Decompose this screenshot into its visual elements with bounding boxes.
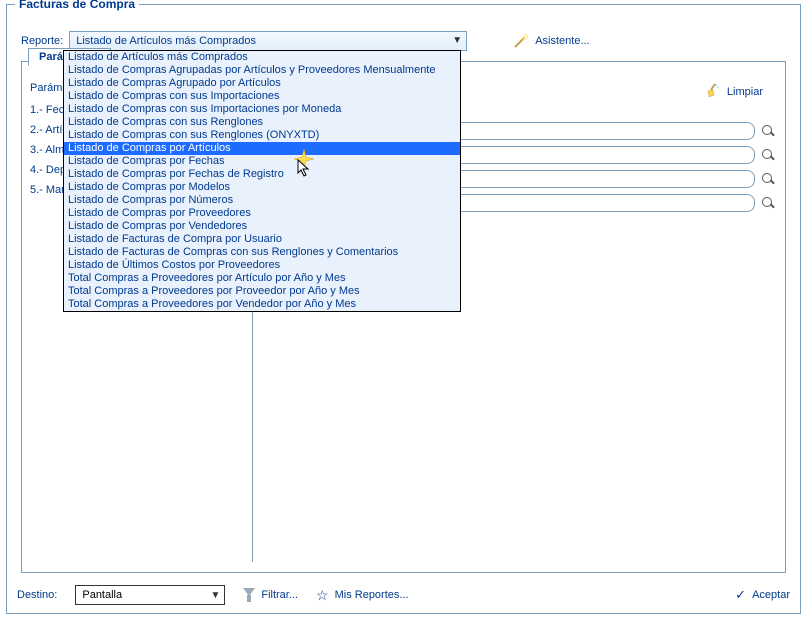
report-label: Reporte: [21,35,63,47]
search-icon[interactable] [761,124,775,138]
report-row: Reporte: Listado de Artículos más Compra… [21,31,786,51]
report-dropdown[interactable]: Listado de Artículos más CompradosListad… [63,50,461,312]
check-icon: ✓ [735,587,746,603]
dropdown-item[interactable]: Listado de Compras por Proveedores [64,207,460,220]
dropdown-item[interactable]: Listado de Compras con sus Renglones [64,116,460,129]
dropdown-item[interactable]: Listado de Compras con sus Importaciones… [64,103,460,116]
dropdown-item[interactable]: Listado de Compras Agrupadas por Artícul… [64,64,460,77]
star-icon: ☆ [316,587,329,604]
dest-label: Destino: [17,589,57,601]
broom-icon [705,82,721,101]
dropdown-item[interactable]: Listado de Compras con sus Renglones (ON… [64,129,460,142]
destination-select[interactable]: Pantalla ▼ [75,585,225,605]
dropdown-item[interactable]: Listado de Compras por Fechas [64,155,460,168]
dropdown-item[interactable]: Listado de Compras por Números [64,194,460,207]
dropdown-item[interactable]: Total Compras a Proveedores por Artículo… [64,272,460,285]
main-panel: Facturas de Compra Reporte: Listado de A… [6,4,801,614]
panel-title: Facturas de Compra [15,0,139,11]
my-reports-button[interactable]: ☆ Mis Reportes... [316,587,409,604]
dropdown-scroll[interactable]: Listado de Artículos más CompradosListad… [64,51,460,311]
dropdown-item[interactable]: Listado de Compras por Artículos [64,142,460,155]
report-select-value: Listado de Artículos más Comprados [76,35,256,47]
dropdown-item[interactable]: Listado de Compras con sus Importaciones [64,90,460,103]
dropdown-item[interactable]: Total Compras a Proveedores por Proveedo… [64,285,460,298]
dropdown-item[interactable]: Listado de Compras por Vendedores [64,220,460,233]
dropdown-item[interactable]: Listado de Compras por Modelos [64,181,460,194]
dropdown-item[interactable]: Listado de Artículos más Comprados [64,51,460,64]
dropdown-item[interactable]: Listado de Compras Agrupado por Artículo… [64,77,460,90]
wand-icon [513,33,529,49]
dropdown-item[interactable]: Listado de Facturas de Compra por Usuari… [64,233,460,246]
search-icon[interactable] [761,196,775,210]
my-reports-label: Mis Reportes... [335,589,409,601]
report-select[interactable]: Listado de Artículos más Comprados ▼ [69,31,467,51]
dropdown-item[interactable]: Listado de Compras por Fechas de Registr… [64,168,460,181]
bottom-bar: Destino: Pantalla ▼ Filtrar... ☆ Mis Rep… [17,585,790,605]
chevron-down-icon: ▼ [210,590,220,601]
destination-value: Pantalla [82,589,122,601]
filter-button[interactable]: Filtrar... [243,588,298,602]
chevron-down-icon: ▼ [452,35,462,46]
dropdown-item[interactable]: Listado de Facturas de Compras con sus R… [64,246,460,259]
assistant-label: Asistente... [535,35,589,47]
dropdown-item[interactable]: Listado de Últimos Costos por Proveedore… [64,259,460,272]
dropdown-item[interactable]: Total Compras a Proveedores por Vendedor… [64,298,460,311]
assistant-button[interactable]: Asistente... [513,33,589,49]
search-icon[interactable] [761,172,775,186]
clean-label: Limpiar [727,86,763,98]
filter-label: Filtrar... [261,589,298,601]
search-icon[interactable] [761,148,775,162]
accept-button[interactable]: ✓ Aceptar [735,587,790,603]
accept-label: Aceptar [752,589,790,601]
funnel-icon [243,588,255,602]
clean-button[interactable]: Limpiar [697,78,771,105]
